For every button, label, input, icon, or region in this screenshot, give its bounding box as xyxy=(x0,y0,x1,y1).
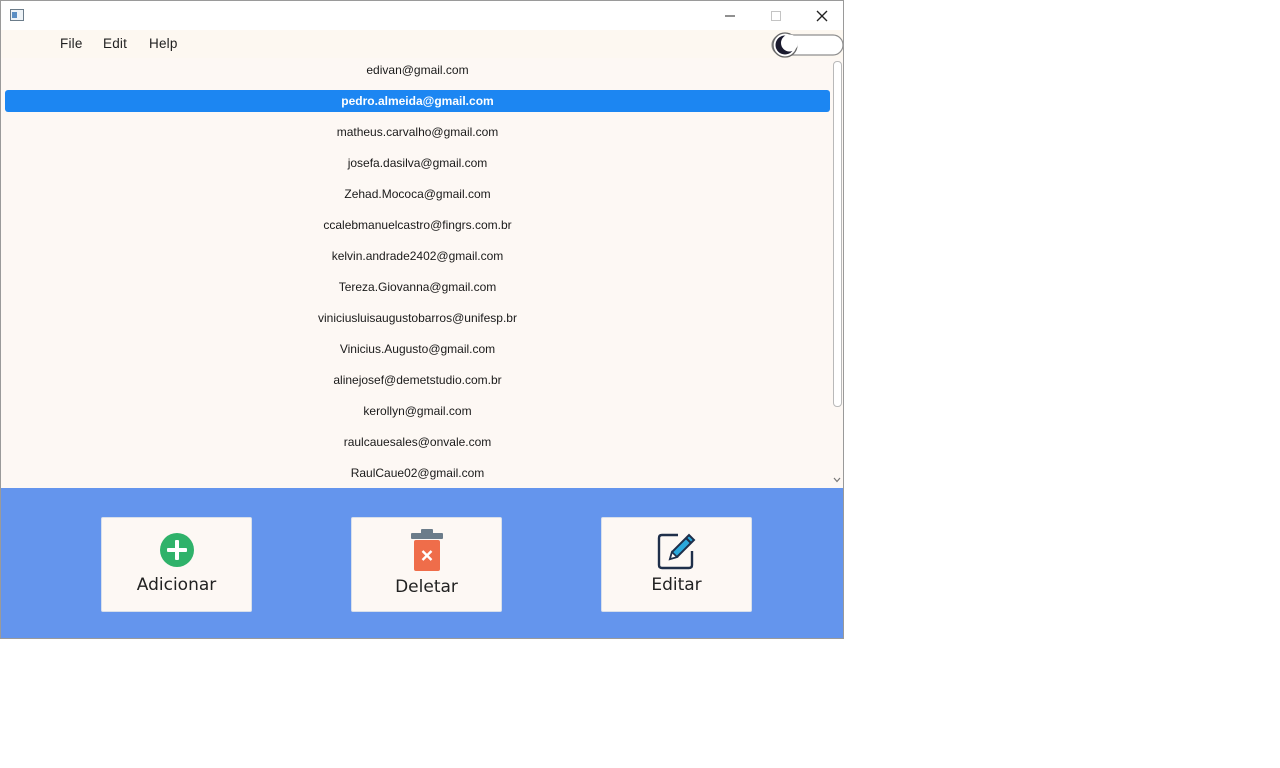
scrollbar-thumb[interactable] xyxy=(833,61,842,407)
title-bar xyxy=(1,1,843,30)
add-button-label: Adicionar xyxy=(136,575,217,595)
delete-button[interactable]: Deletar xyxy=(351,517,502,612)
scroll-down-icon[interactable] xyxy=(832,475,842,485)
menu-bar: File Edit Help xyxy=(1,30,843,58)
list-item[interactable]: kelvin.andrade2402@gmail.com xyxy=(5,245,830,267)
list-item[interactable]: kerollyn@gmail.com xyxy=(5,400,830,422)
list-item[interactable]: pedro.almeida@gmail.com xyxy=(5,90,830,112)
list-item[interactable]: matheus.carvalho@gmail.com xyxy=(5,121,830,143)
menu-help[interactable]: Help xyxy=(149,36,178,51)
maximize-icon xyxy=(771,10,781,21)
list-item[interactable]: raulcauesales@onvale.com xyxy=(5,431,830,453)
list-item[interactable]: Vinicius.Augusto@gmail.com xyxy=(5,338,830,360)
minimize-button[interactable] xyxy=(707,1,753,30)
app-window-icon xyxy=(10,9,24,21)
plus-circle-icon xyxy=(160,533,194,567)
app-window: File Edit Help edivan@gmail.com pedro.alm… xyxy=(0,0,844,639)
edit-button[interactable]: Editar xyxy=(601,517,752,612)
trash-icon xyxy=(411,529,443,571)
close-button[interactable] xyxy=(799,1,843,30)
list-item[interactable]: viniciusluisaugustobarros@unifesp.br xyxy=(5,307,830,329)
close-icon xyxy=(816,10,828,21)
list-item[interactable]: Tereza.Giovanna@gmail.com xyxy=(5,276,830,298)
list-item[interactable]: RaulCaue02@gmail.com xyxy=(5,462,830,484)
edit-button-label: Editar xyxy=(651,575,702,595)
delete-button-label: Deletar xyxy=(395,577,458,597)
add-button[interactable]: Adicionar xyxy=(101,517,252,612)
edit-icon xyxy=(657,533,696,570)
action-bar: Adicionar Deletar Editar xyxy=(1,488,843,638)
list-item[interactable]: Zehad.Mococa@gmail.com xyxy=(5,183,830,205)
menu-file[interactable]: File xyxy=(60,36,83,51)
maximize-button[interactable] xyxy=(753,1,799,30)
list-item[interactable]: josefa.dasilva@gmail.com xyxy=(5,152,830,174)
email-list[interactable]: edivan@gmail.com pedro.almeida@gmail.com m… xyxy=(1,58,843,488)
menu-edit[interactable]: Edit xyxy=(103,36,127,51)
list-item[interactable]: edivan@gmail.com xyxy=(5,59,830,81)
list-item[interactable]: ccalebmanuelcastro@fingrs.com.br xyxy=(5,214,830,236)
list-scrollbar[interactable] xyxy=(830,58,843,488)
theme-toggle[interactable] xyxy=(771,32,844,58)
minimize-icon xyxy=(725,15,735,16)
list-item[interactable]: alinejosef@demetstudio.com.br xyxy=(5,369,830,391)
